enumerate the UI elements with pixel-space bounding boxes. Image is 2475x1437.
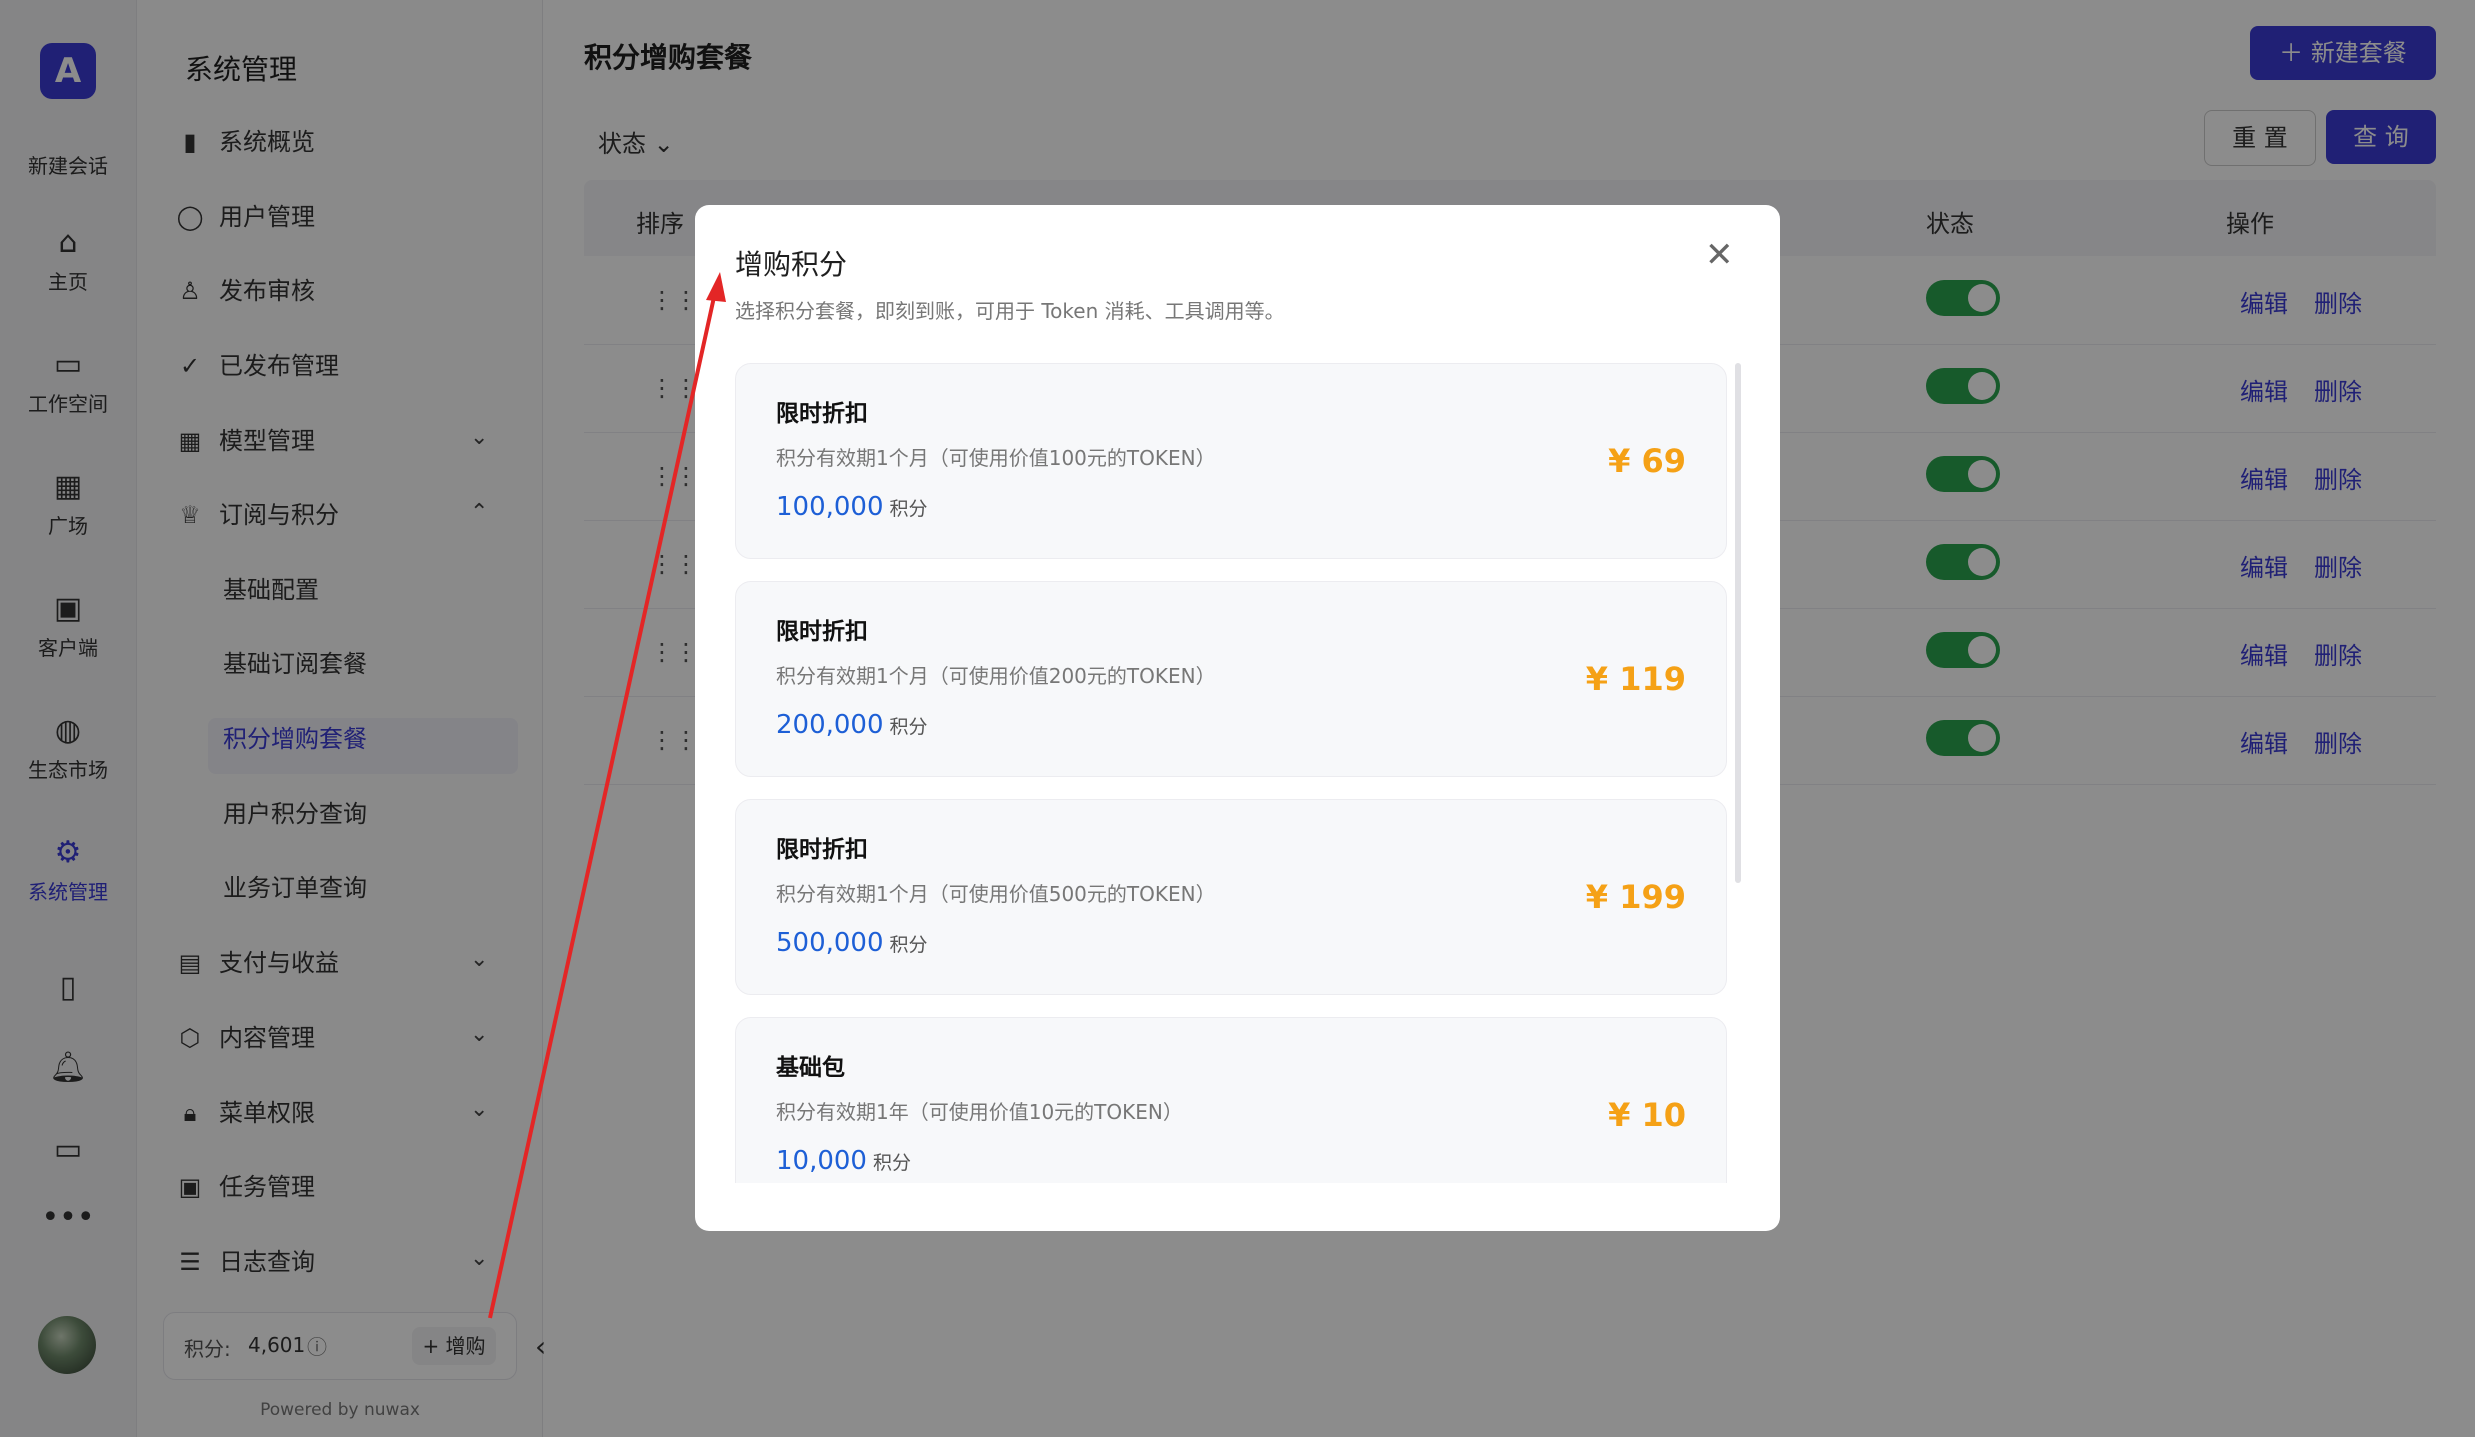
plan-card[interactable]: 限时折扣 积分有效期1个月（可使用价值100元的TOKEN） 100,000 积分… [735, 363, 1727, 559]
plan-price: ¥ 10 [1608, 1096, 1686, 1134]
plan-amount-unit: 积分 [889, 716, 928, 738]
plan-amount-value: 500,000 [776, 928, 884, 958]
plan-card[interactable]: 限时折扣 积分有效期1个月（可使用价值200元的TOKEN） 200,000 积分… [735, 581, 1727, 777]
plan-amount: 10,000 积分 [776, 1146, 911, 1176]
plan-card[interactable]: 基础包 积分有效期1年（可使用价值10元的TOKEN） 10,000 积分 ¥ 1… [735, 1017, 1727, 1183]
plan-amount: 100,000 积分 [776, 492, 928, 522]
plan-description: 积分有效期1个月（可使用价值200元的TOKEN） [776, 664, 1216, 688]
plan-amount: 200,000 积分 [776, 710, 928, 740]
plan-amount-value: 100,000 [776, 492, 884, 522]
plan-description: 积分有效期1个月（可使用价值100元的TOKEN） [776, 446, 1216, 470]
modal-description: 选择积分套餐，即刻到账，可用于 Token 消耗、工具调用等。 [735, 299, 1285, 323]
close-icon[interactable]: ✕ [1705, 235, 1734, 275]
plan-card[interactable]: 限时折扣 积分有效期1个月（可使用价值500元的TOKEN） 500,000 积分… [735, 799, 1727, 995]
plan-amount-value: 10,000 [776, 1146, 867, 1176]
buy-points-modal: 增购积分 选择积分套餐，即刻到账，可用于 Token 消耗、工具调用等。 ✕ 限… [695, 205, 1780, 1231]
plan-amount-unit: 积分 [872, 1152, 911, 1174]
plan-amount-unit: 积分 [889, 498, 928, 520]
plan-list: 限时折扣 积分有效期1个月（可使用价值100元的TOKEN） 100,000 积分… [735, 363, 1735, 1183]
modal-scrollbar[interactable] [1735, 363, 1741, 883]
plan-name: 限时折扣 [776, 619, 868, 645]
plan-description: 积分有效期1年（可使用价值10元的TOKEN） [776, 1100, 1183, 1124]
plan-price: ¥ 69 [1608, 442, 1686, 480]
plan-amount-value: 200,000 [776, 710, 884, 740]
plan-price: ¥ 119 [1585, 660, 1686, 698]
plan-amount-unit: 积分 [889, 934, 928, 956]
plan-name: 限时折扣 [776, 401, 868, 427]
plan-description: 积分有效期1个月（可使用价值500元的TOKEN） [776, 882, 1216, 906]
plan-price: ¥ 199 [1585, 878, 1686, 916]
plan-amount: 500,000 积分 [776, 928, 928, 958]
modal-title: 增购积分 [735, 248, 848, 281]
plan-name: 限时折扣 [776, 837, 868, 863]
plan-name: 基础包 [776, 1055, 845, 1081]
